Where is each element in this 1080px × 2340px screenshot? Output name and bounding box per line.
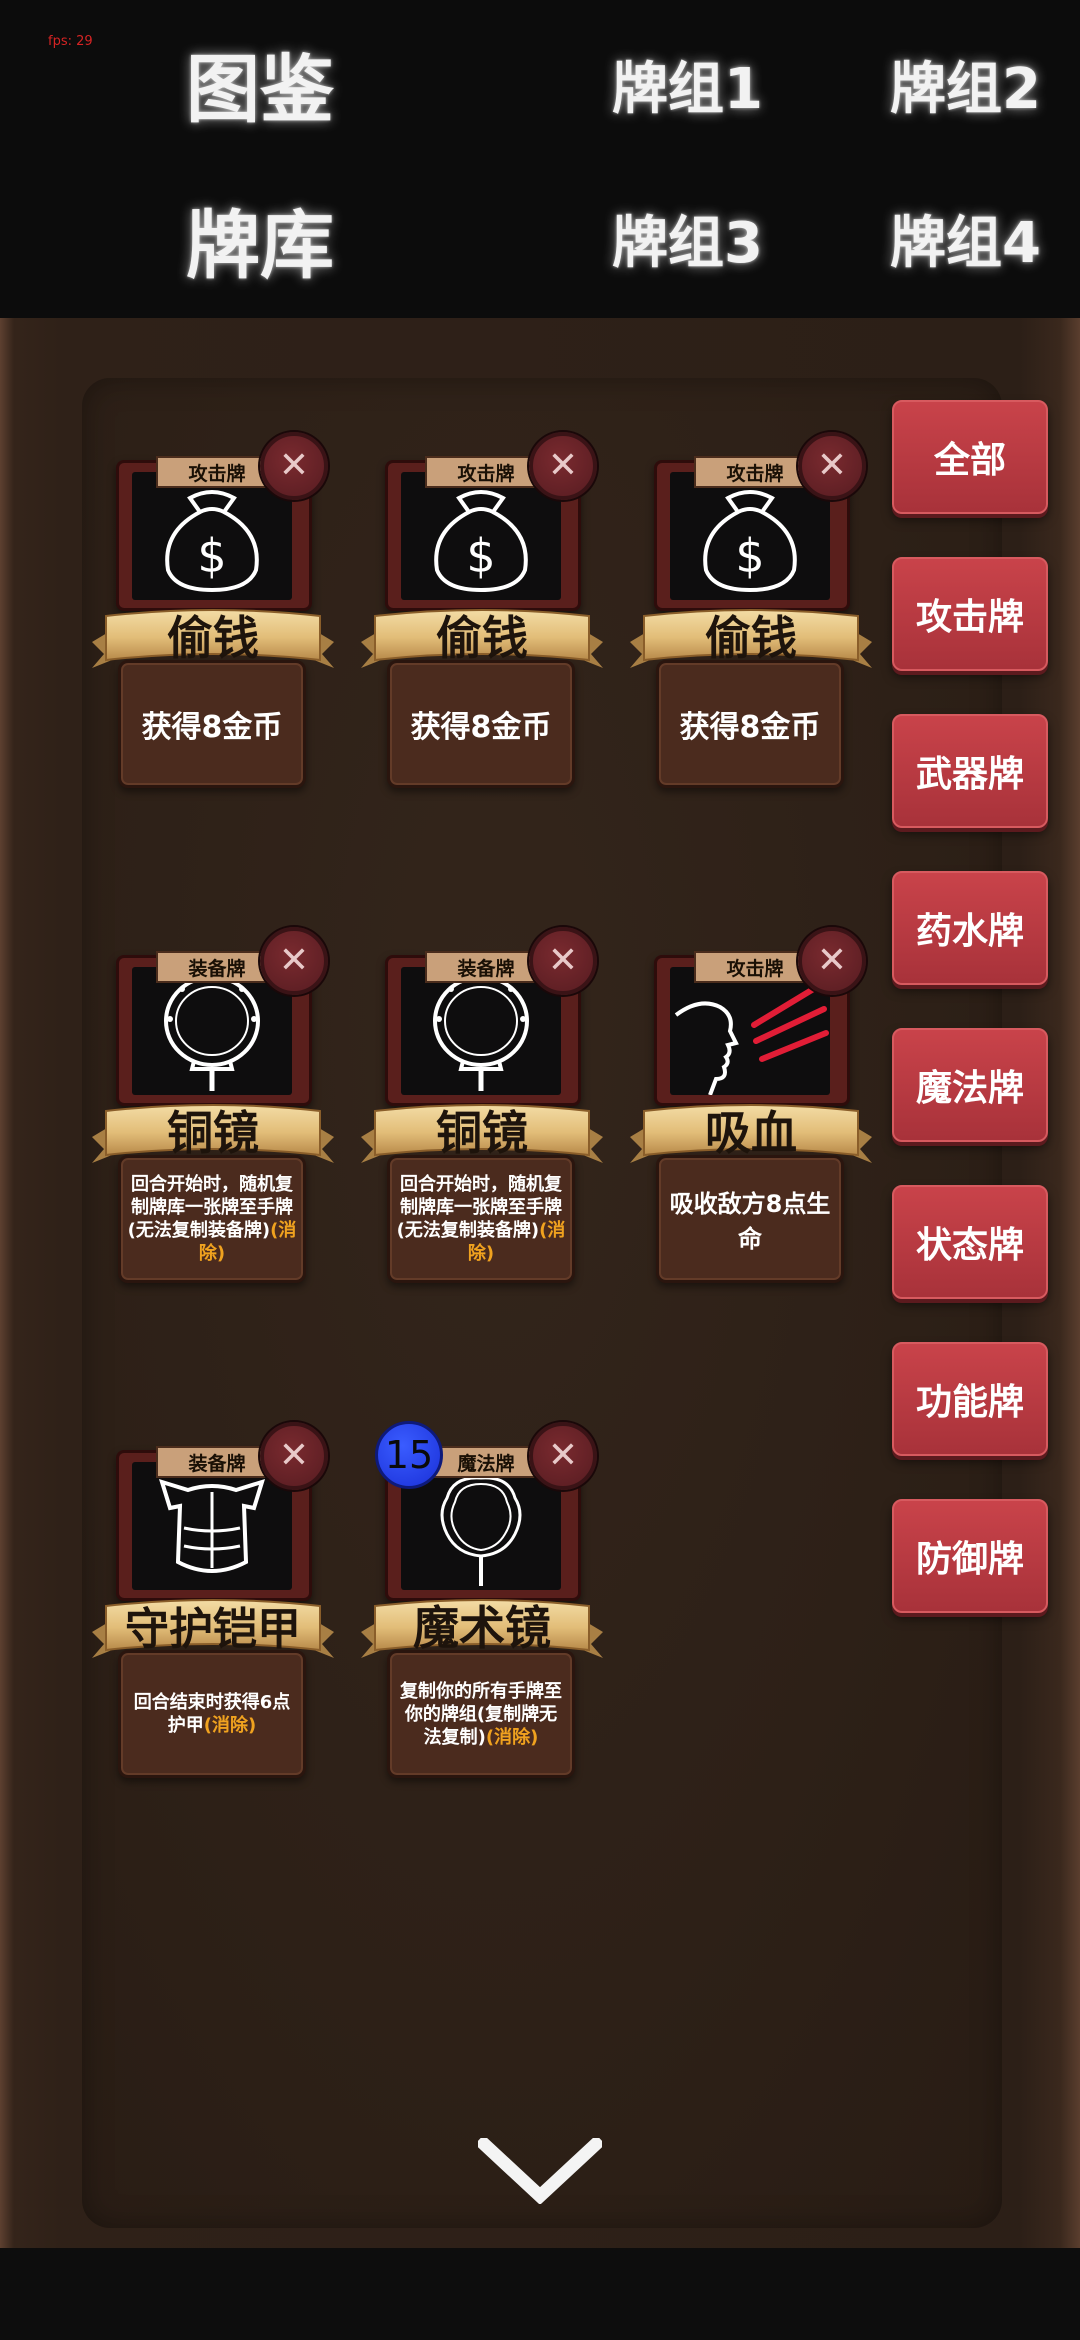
vampire-bite-icon [670, 967, 830, 1095]
filter-function-button[interactable]: 功能牌 [892, 1342, 1048, 1456]
tab-deck-3[interactable]: 牌组3 [612, 198, 763, 279]
bronze-mirror-icon [401, 967, 561, 1095]
bottom-bar [0, 2248, 1080, 2340]
armor-icon [132, 1462, 292, 1590]
remove-card-button[interactable]: ✕ [798, 927, 866, 995]
card-name: 守护铠甲 [125, 1604, 301, 1655]
tab-collection[interactable]: 图鉴 [186, 30, 334, 137]
card-description: 回合结束时获得6点护甲(消除) [118, 1650, 306, 1778]
svg-text:$: $ [735, 529, 764, 583]
deck-card[interactable]: 装备牌 ✕ 铜镜 回合开始时，随机复制牌库一张牌至手牌(无法复制装备牌)(消除) [357, 915, 607, 1325]
filter-all-button[interactable]: 全部 [892, 400, 1048, 514]
remove-card-button[interactable]: ✕ [260, 927, 328, 995]
top-navigation: fps: 29 图鉴 牌库 牌组1 牌组2 牌组3 牌组4 [0, 0, 1080, 318]
card-name: 偷钱 [705, 611, 797, 665]
deck-card[interactable]: 装备牌 ✕ 铜镜 回合开始时，随机复制牌库一张牌至手牌(无法复制装备牌)(消除) [88, 915, 338, 1325]
remove-card-button[interactable]: ✕ [260, 1422, 328, 1490]
filter-potion-button[interactable]: 药水牌 [892, 871, 1048, 985]
card-name: 偷钱 [167, 611, 259, 665]
card-name: 铜镜 [167, 1106, 259, 1160]
remove-card-button[interactable]: ✕ [798, 432, 866, 500]
chevron-down-icon[interactable] [474, 2134, 606, 2208]
svg-text:$: $ [197, 529, 226, 583]
tab-deck-1[interactable]: 牌组1 [612, 44, 763, 125]
filter-weapon-button[interactable]: 武器牌 [892, 714, 1048, 828]
deck-card[interactable]: $ 攻击牌 ✕ 偷钱 获得8金币 [357, 420, 607, 830]
money-bag-icon: $ [670, 472, 830, 600]
filter-status-button[interactable]: 状态牌 [892, 1185, 1048, 1299]
deck-card[interactable]: $ 攻击牌 ✕ 偷钱 获得8金币 [88, 420, 338, 830]
money-bag-icon: $ [132, 472, 292, 600]
remove-card-button[interactable]: ✕ [529, 432, 597, 500]
money-bag-icon: $ [401, 472, 561, 600]
tab-deck-2[interactable]: 牌组2 [890, 44, 1041, 125]
card-description: 获得8金币 [118, 660, 306, 788]
deck-card[interactable]: $ 攻击牌 ✕ 偷钱 获得8金币 [626, 420, 876, 830]
tab-deck-4[interactable]: 牌组4 [890, 198, 1041, 279]
keyword-exhaust: (消除) [203, 1715, 257, 1736]
card-name: 吸血 [705, 1106, 797, 1160]
tab-library[interactable]: 牌库 [186, 186, 334, 293]
deck-card[interactable]: 装备牌 ✕ 守护铠甲 回合结束时获得6点护甲(消除) [88, 1410, 338, 1820]
card-description: 获得8金币 [387, 660, 575, 788]
card-name: 铜镜 [436, 1106, 528, 1160]
deck-card[interactable]: 攻击牌 ✕ 吸血 吸收敌方8点生命 [626, 915, 876, 1325]
card-name: 魔术镜 [413, 1601, 551, 1655]
card-count-badge: 15 [375, 1421, 443, 1489]
keyword-exhaust: (消除) [485, 1726, 539, 1748]
remove-card-button[interactable]: ✕ [260, 432, 328, 500]
card-description: 回合开始时，随机复制牌库一张牌至手牌(无法复制装备牌)(消除) [387, 1155, 575, 1283]
bronze-mirror-icon [132, 967, 292, 1095]
card-description: 获得8金币 [656, 660, 844, 788]
filter-attack-button[interactable]: 攻击牌 [892, 557, 1048, 671]
card-description: 吸收敌方8点生命 [656, 1155, 844, 1283]
card-name: 偷钱 [436, 611, 528, 665]
fps-counter: fps: 29 [48, 34, 93, 49]
remove-card-button[interactable]: ✕ [529, 1422, 597, 1490]
card-description: 回合开始时，随机复制牌库一张牌至手牌(无法复制装备牌)(消除) [118, 1155, 306, 1283]
remove-card-button[interactable]: ✕ [529, 927, 597, 995]
filter-defense-button[interactable]: 防御牌 [892, 1499, 1048, 1613]
filter-magic-button[interactable]: 魔法牌 [892, 1028, 1048, 1142]
svg-text:$: $ [466, 529, 495, 583]
card-description: 复制你的所有手牌至你的牌组(复制牌无法复制)(消除) [387, 1650, 575, 1778]
